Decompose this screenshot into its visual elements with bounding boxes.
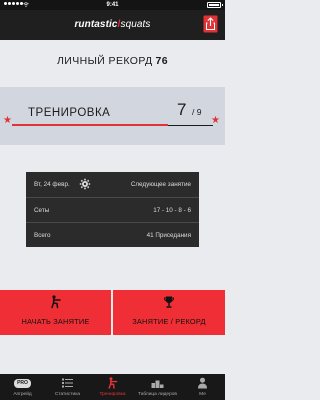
nav-bar: runtastic/squats bbox=[0, 10, 225, 40]
record-session-button[interactable]: ЗАНЯТИЕ / РЕКОРД bbox=[113, 290, 225, 335]
squat-icon bbox=[108, 377, 118, 389]
session-date: Вт, 24 февр. bbox=[34, 181, 70, 188]
sets-label: Сеты bbox=[34, 207, 50, 214]
tab-statistics[interactable]: Статистика bbox=[45, 374, 90, 400]
record-value: 76 bbox=[155, 55, 169, 67]
tab-label: Ме bbox=[199, 392, 206, 397]
record-label: ЛИЧНЫЙ РЕКОРД bbox=[56, 55, 153, 67]
tab-leaderboard[interactable]: Таблица лидеров bbox=[135, 374, 180, 400]
share-icon[interactable] bbox=[203, 15, 218, 33]
gear-icon[interactable] bbox=[79, 178, 91, 190]
trophy-icon bbox=[163, 296, 175, 308]
tab-label: Статистика bbox=[54, 392, 81, 397]
star-icon: ★ bbox=[211, 115, 220, 126]
workout-progress: ТРЕНИРОВКА 7 / 9 ★ ★ bbox=[0, 87, 225, 145]
sets-value: 17 - 10 - 8 - 6 bbox=[153, 207, 191, 214]
total-label: Всего bbox=[34, 232, 51, 239]
tab-label: Таблица лидеров bbox=[138, 392, 177, 397]
action-buttons: НАЧАТЬ ЗАНЯТИЕ ЗАНЯТИЕ / РЕКОРД bbox=[0, 290, 225, 335]
session-date-row[interactable]: Вт, 24 февр. Следующее занятие bbox=[26, 172, 199, 197]
status-time: 9:41 bbox=[106, 2, 119, 8]
tab-upgrade[interactable]: PRO Апгрейд bbox=[0, 374, 45, 400]
workout-current: 7 bbox=[177, 100, 187, 119]
next-session-label: Следующее занятие bbox=[130, 181, 191, 188]
person-icon bbox=[198, 377, 207, 389]
record-session-label: ЗАНЯТИЕ / РЕКОРД bbox=[132, 317, 206, 326]
tab-bar: PRO Апгрейд Статистика Тренировка Таблиц bbox=[0, 374, 225, 400]
list-icon bbox=[62, 378, 73, 388]
start-session-label: НАЧАТЬ ЗАНЯТИЕ bbox=[21, 317, 90, 326]
sets-row: Сеты 17 - 10 - 8 - 6 bbox=[26, 197, 199, 222]
app-logo: runtastic/squats bbox=[0, 19, 225, 30]
logo-product: squats bbox=[120, 19, 151, 30]
workout-label: ТРЕНИРОВКА bbox=[28, 107, 111, 119]
workout-total: / 9 bbox=[192, 107, 202, 117]
squat-icon bbox=[50, 295, 61, 309]
personal-record: ЛИЧНЫЙ РЕКОРД 76 bbox=[0, 55, 225, 67]
total-row: Всего 41 Приседания bbox=[26, 222, 199, 247]
session-card: Вт, 24 февр. Следующее занятие Сеты 17 -… bbox=[26, 172, 199, 247]
star-icon: ★ bbox=[3, 115, 12, 126]
battery-icon bbox=[207, 2, 223, 8]
tab-profile[interactable]: Ме bbox=[180, 374, 225, 400]
tab-label: Апгрейд bbox=[13, 392, 32, 397]
start-session-button[interactable]: НАЧАТЬ ЗАНЯТИЕ bbox=[0, 290, 111, 335]
status-bar: 9:41 bbox=[0, 0, 225, 10]
total-value: 41 Приседания bbox=[146, 232, 191, 239]
tab-label: Тренировка bbox=[99, 392, 126, 397]
podium-icon bbox=[151, 380, 164, 388]
progress-fill bbox=[12, 124, 168, 126]
tab-training[interactable]: Тренировка bbox=[90, 374, 135, 400]
pro-badge-icon: PRO bbox=[14, 379, 31, 388]
logo-brand: runtastic bbox=[74, 19, 118, 30]
